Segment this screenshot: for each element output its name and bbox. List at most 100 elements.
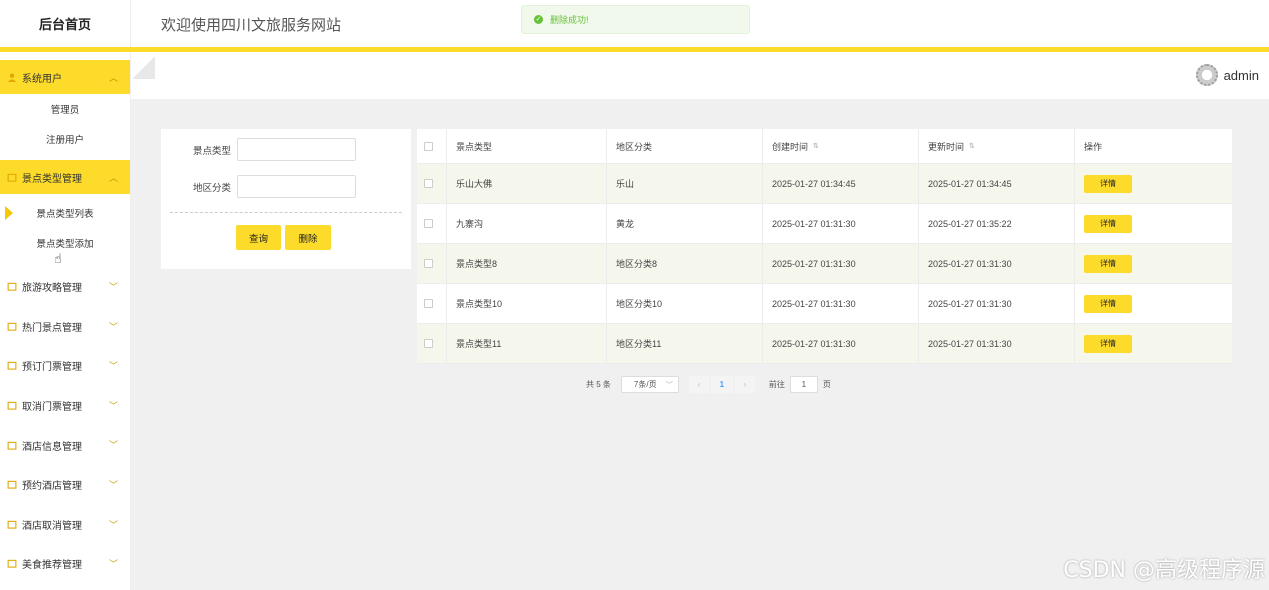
sidebar-group-label: 预订门票管理 xyxy=(22,362,82,374)
brand-title[interactable]: 后台首页 xyxy=(0,0,130,48)
user-menu[interactable]: admin xyxy=(1195,64,1259,86)
table-cell: 地区分类10 xyxy=(607,284,763,323)
next-page-button[interactable]: › xyxy=(734,376,755,393)
table-cell: 详情 xyxy=(1075,284,1232,323)
watermark: CSDN @高级程序源 xyxy=(1063,558,1265,583)
sidebar-item-registered-users[interactable]: 注册用户 xyxy=(0,124,130,154)
table-header: 景点类型 地区分类 创建时间 ⇅ 更新时间 ⇅ 操作 xyxy=(417,129,1232,164)
sidebar-group-hotel-info[interactable]: 酒店信息管理 ﹀ xyxy=(0,425,130,465)
success-toast: ✓ 删除成功! xyxy=(521,5,750,34)
data-table: 景点类型 地区分类 创建时间 ⇅ 更新时间 ⇅ 操作 乐山大佛 乐山 2025-01… xyxy=(417,129,1232,364)
table-cell: 九寨沟 xyxy=(447,204,607,243)
sidebar-item-spot-type-add[interactable]: 景点类型添加 xyxy=(0,228,130,258)
region-label: 地区分类 xyxy=(192,182,231,194)
detail-button[interactable]: 详情 xyxy=(1084,254,1132,273)
sidebar-item-spot-type-list[interactable]: 景点类型列表 xyxy=(0,198,130,228)
select-all-checkbox[interactable] xyxy=(424,141,433,151)
total-count: 共 5 条 xyxy=(586,380,611,389)
header-cell xyxy=(417,129,447,163)
table-cell: 2025-01-27 01:31:30 xyxy=(919,244,1075,283)
sort-icon[interactable]: ⇅ xyxy=(813,142,819,150)
table-cell: 景点类型8 xyxy=(447,244,607,283)
sidebar-group-food[interactable]: 美食推荐管理 ﹀ xyxy=(0,544,130,584)
chevron-down-icon: ﹀ xyxy=(108,519,118,530)
chevron-down-icon: ﹀ xyxy=(665,382,673,389)
chevron-down-icon: ﹀ xyxy=(108,361,118,372)
username: admin xyxy=(1223,67,1259,83)
sidebar-group-hotel-booking[interactable]: 预约酒店管理 ﹀ xyxy=(0,465,130,505)
delete-button[interactable]: 删除 xyxy=(285,225,331,250)
sort-icon[interactable]: ⇅ xyxy=(969,142,975,150)
sidebar-group-spot-type[interactable]: 景点类型管理 ︿ xyxy=(0,160,130,194)
table-cell xyxy=(417,284,447,323)
goto-label: 前往 xyxy=(768,380,785,389)
avatar xyxy=(1195,64,1218,86)
sidebar-group-travel-guide[interactable]: 旅游攻略管理 ﹀ xyxy=(0,267,130,307)
table-cell: 2025-01-27 01:31:30 xyxy=(919,284,1075,323)
sidebar-group-ticket-booking[interactable]: 预订门票管理 ﹀ xyxy=(0,346,130,386)
chevron-down-icon: ﹀ xyxy=(108,400,118,411)
folder-icon xyxy=(7,322,17,331)
folder-icon xyxy=(7,441,17,450)
column-label: 创建时间 xyxy=(772,141,809,152)
table-row: 乐山大佛 乐山 2025-01-27 01:34:45 2025-01-27 0… xyxy=(417,164,1232,204)
chevron-down-icon: ﹀ xyxy=(108,440,118,451)
header-cell-sortable[interactable]: 更新时间 ⇅ xyxy=(919,129,1075,163)
chevron-down-icon: ﹀ xyxy=(108,282,118,292)
folder-icon xyxy=(7,283,17,291)
sidebar-group-label: 旅游攻略管理 xyxy=(22,283,82,295)
divider xyxy=(170,212,402,213)
table-row: 景点类型11 地区分类11 2025-01-27 01:31:30 2025-0… xyxy=(417,324,1232,364)
sidebar-group-hotel-cancel[interactable]: 酒店取消管理 ﹀ xyxy=(0,505,130,545)
top-toolbar: admin xyxy=(131,52,1269,99)
table-cell: 2025-01-27 01:31:30 xyxy=(763,284,919,323)
detail-button[interactable]: 详情 xyxy=(1084,294,1132,313)
detail-button[interactable]: 详情 xyxy=(1084,214,1132,233)
chevron-up-icon: ︿ xyxy=(108,73,118,83)
table-cell: 2025-01-27 01:31:30 xyxy=(763,324,919,363)
collapse-sidebar-icon[interactable] xyxy=(133,55,155,79)
header-cell-sortable[interactable]: 创建时间 ⇅ xyxy=(763,129,919,163)
folder-icon xyxy=(7,362,17,371)
table-cell: 2025-01-27 01:31:30 xyxy=(763,204,919,243)
page-size-select[interactable]: 7条/页 ﹀ xyxy=(620,376,679,393)
spot-type-label: 景点类型 xyxy=(192,145,231,157)
prev-page-button[interactable]: ‹ xyxy=(688,376,709,393)
sidebar-group-label: 酒店取消管理 xyxy=(22,520,82,532)
sidebar-group-label: 系统用户 xyxy=(22,73,62,85)
table-cell: 2025-01-27 01:31:30 xyxy=(763,244,919,283)
row-checkbox[interactable] xyxy=(424,219,433,228)
pagination: 共 5 条 7条/页 ﹀ ‹ 1 › 前往 1 页 xyxy=(586,376,831,393)
table-cell: 乐山大佛 xyxy=(447,164,607,203)
chevron-down-icon: ﹀ xyxy=(108,559,118,570)
table-cell xyxy=(417,204,447,243)
detail-button[interactable]: 详情 xyxy=(1084,334,1132,353)
sidebar-group-label: 预约酒店管理 xyxy=(22,481,82,493)
row-checkbox[interactable] xyxy=(424,179,433,188)
sidebar-group-label: 景点类型管理 xyxy=(22,173,82,185)
chevron-down-icon: ﹀ xyxy=(108,479,118,490)
spot-type-input[interactable] xyxy=(237,138,356,161)
check-circle-icon: ✓ xyxy=(534,15,543,24)
table-row: 景点类型10 地区分类10 2025-01-27 01:31:30 2025-0… xyxy=(417,284,1232,324)
page-number-current[interactable]: 1 xyxy=(710,376,733,393)
sidebar-group-ticket-cancel[interactable]: 取消门票管理 ﹀ xyxy=(0,386,130,426)
table-cell: 景点类型11 xyxy=(447,324,607,363)
sidebar-group-system-users[interactable]: 系统用户 ︿ xyxy=(0,60,130,94)
header-cell: 地区分类 xyxy=(607,129,763,163)
toast-message: 删除成功! xyxy=(550,15,589,25)
column-label: 更新时间 xyxy=(928,141,965,152)
row-checkbox[interactable] xyxy=(424,339,433,348)
goto-page-input[interactable]: 1 xyxy=(789,376,818,393)
query-button[interactable]: 查询 xyxy=(236,225,281,250)
table-cell: 2025-01-27 01:34:45 xyxy=(919,164,1075,203)
detail-button[interactable]: 详情 xyxy=(1084,174,1132,193)
page-title: 欢迎使用四川文旅服务网站 xyxy=(161,17,342,34)
row-checkbox[interactable] xyxy=(424,259,433,268)
region-input[interactable] xyxy=(237,175,356,198)
sidebar-item-admins[interactable]: 管理员 xyxy=(0,94,130,124)
active-marker-icon xyxy=(5,206,13,220)
sidebar-group-hot-spots[interactable]: 热门景点管理 ﹀ xyxy=(0,307,130,347)
table-cell xyxy=(417,244,447,283)
row-checkbox[interactable] xyxy=(424,299,433,308)
